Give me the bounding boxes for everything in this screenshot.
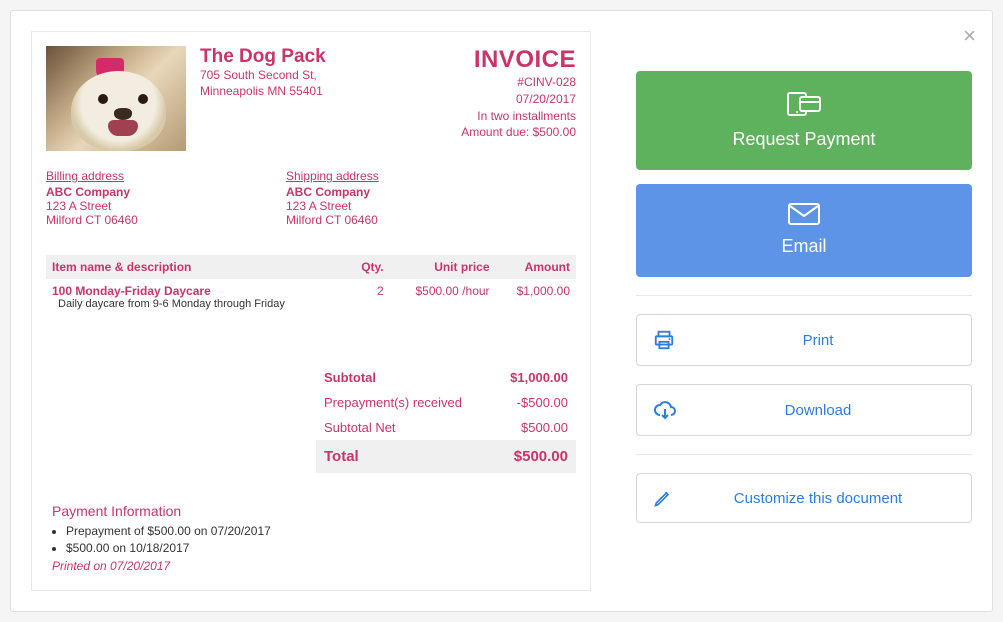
payment-devices-icon (784, 89, 824, 119)
item-name: 100 Monday-Friday Daycare (52, 284, 341, 298)
payment-info-line: Prepayment of $500.00 on 07/20/2017 (66, 523, 576, 540)
divider (636, 454, 972, 455)
billing-address-label: Billing address (46, 169, 286, 183)
company-logo (46, 46, 186, 151)
col-unit: Unit price (390, 255, 496, 279)
request-payment-label: Request Payment (732, 129, 875, 150)
email-button[interactable]: Email (636, 184, 972, 277)
actions-panel: Request Payment Email Print (636, 31, 972, 591)
download-button[interactable]: Download (636, 384, 972, 436)
billing-name: ABC Company (46, 185, 286, 199)
invoice-amount-due: Amount due: $500.00 (461, 124, 576, 141)
printed-on: Printed on 07/20/2017 (52, 559, 576, 573)
customize-button[interactable]: Customize this document (636, 473, 972, 523)
mail-icon (787, 202, 821, 226)
total-value: $500.00 (514, 448, 568, 465)
table-row: 100 Monday-Friday Daycare Daily daycare … (46, 279, 576, 315)
pencil-icon (653, 488, 681, 508)
invoice-title: INVOICE (461, 46, 576, 74)
billing-line2: Milford CT 06460 (46, 213, 286, 227)
subtotal-value: $1,000.00 (510, 370, 568, 385)
cloud-download-icon (653, 399, 681, 421)
invoice-document: The Dog Pack 705 South Second St, Minnea… (31, 31, 591, 591)
close-icon[interactable]: × (963, 23, 976, 49)
email-label: Email (781, 236, 826, 257)
company-name: The Dog Pack (200, 46, 461, 68)
print-button[interactable]: Print (636, 314, 972, 366)
payment-info-title: Payment Information (52, 503, 576, 519)
request-payment-button[interactable]: Request Payment (636, 71, 972, 170)
subtotal-label: Subtotal (324, 370, 376, 385)
line-items-table: Item name & description Qty. Unit price … (46, 255, 576, 315)
prepayment-label: Prepayment(s) received (324, 395, 462, 410)
company-address-line1: 705 South Second St, (200, 68, 461, 84)
invoice-modal: × The Dog Pack 705 South Second St, Minn… (10, 10, 993, 612)
payment-info-line: $500.00 on 10/18/2017 (66, 540, 576, 557)
printer-icon (653, 329, 681, 351)
billing-line1: 123 A Street (46, 199, 286, 213)
shipping-name: ABC Company (286, 185, 526, 199)
invoice-terms: In two installments (461, 108, 576, 125)
totals-block: Subtotal $1,000.00 Prepayment(s) receive… (316, 365, 576, 473)
total-label: Total (324, 448, 359, 465)
print-label: Print (681, 332, 955, 349)
col-item: Item name & description (46, 255, 347, 279)
invoice-number: #CINV-028 (461, 74, 576, 91)
col-amount: Amount (496, 255, 576, 279)
prepayment-value: -$500.00 (517, 395, 568, 410)
item-description: Daily daycare from 9-6 Monday through Fr… (52, 298, 341, 310)
item-unit-price: $500.00 /hour (390, 279, 496, 315)
col-qty: Qty. (347, 255, 389, 279)
shipping-address-label: Shipping address (286, 169, 526, 183)
divider (636, 295, 972, 296)
item-qty: 2 (347, 279, 389, 315)
customize-label: Customize this document (681, 490, 955, 507)
download-label: Download (681, 402, 955, 419)
shipping-line2: Milford CT 06460 (286, 213, 526, 227)
subtotal-net-value: $500.00 (521, 420, 568, 435)
company-address-line2: Minneapolis MN 55401 (200, 84, 461, 100)
subtotal-net-label: Subtotal Net (324, 420, 396, 435)
item-amount: $1,000.00 (496, 279, 576, 315)
invoice-date: 07/20/2017 (461, 91, 576, 108)
shipping-line1: 123 A Street (286, 199, 526, 213)
